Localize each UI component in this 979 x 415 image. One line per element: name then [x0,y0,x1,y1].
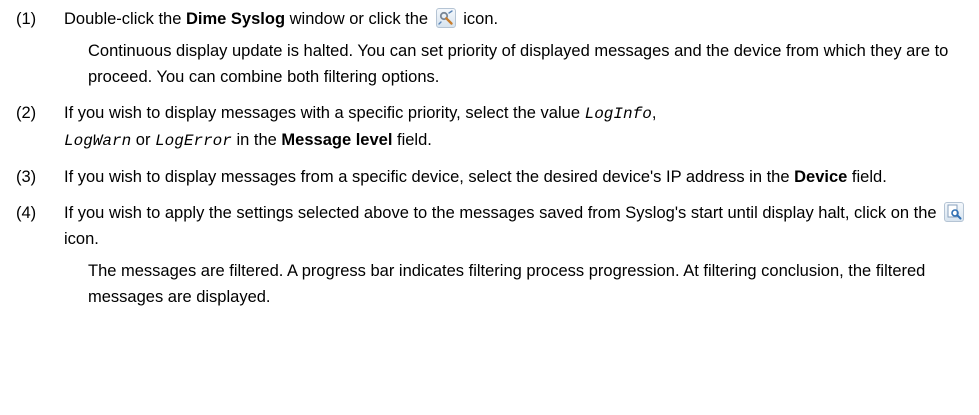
step-instruction: Double-click the Dime Syslog window or c… [64,6,974,32]
step-number: (3) [16,168,37,186]
step-body: If you wish to display messages from a s… [64,164,974,190]
text-run: field. [847,168,887,186]
text-run: or [131,131,156,149]
text-run: Double-click the [64,10,186,28]
ui-term-message-level: Message level [281,131,393,149]
ui-term-dime-syslog: Dime Syslog [185,10,286,28]
step-3: (3) If you wish to display messages from… [16,164,974,190]
step-instruction: If you wish to display messages from a s… [64,164,974,190]
text-run: field. [392,131,432,149]
ui-term-device: Device [794,168,848,186]
step-1: (1) Double-click the Dime Syslog window … [16,6,974,90]
value-logerror: LogError [155,132,232,150]
settings-tools-icon [435,8,456,28]
instruction-steps: (1) Double-click the Dime Syslog window … [16,6,974,310]
text-run: If you wish to display messages from a s… [64,168,795,186]
step-number: (2) [16,104,37,122]
text-run: , [651,104,657,122]
step-result: Continuous display update is halted. You… [88,42,949,86]
step-number: (4) [16,204,37,222]
step-body: If you wish to apply the settings select… [64,200,974,310]
step-body: Double-click the Dime Syslog window or c… [64,6,974,90]
text-run: icon. [458,10,499,28]
text-run: icon. [64,230,99,248]
step-2: (2) If you wish to display messages with… [16,100,974,154]
step-result: The messages are filtered. A progress ba… [88,262,926,306]
text-run: in the [231,131,282,149]
step-instruction: If you wish to display messages with a s… [64,100,974,154]
filter-magnifier-icon [944,202,965,222]
value-logwarn: LogWarn [64,132,132,150]
step-instruction: If you wish to apply the settings select… [64,200,974,252]
step-body: If you wish to display messages with a s… [64,100,974,154]
text-run: If you wish to display messages with a s… [64,104,585,122]
step-number: (1) [16,10,37,28]
text-run: window or click the [285,10,433,28]
step-4: (4) If you wish to apply the settings se… [16,200,974,310]
text-run: If you wish to apply the settings select… [64,204,942,222]
value-loginfo: LogInfo [584,105,652,123]
